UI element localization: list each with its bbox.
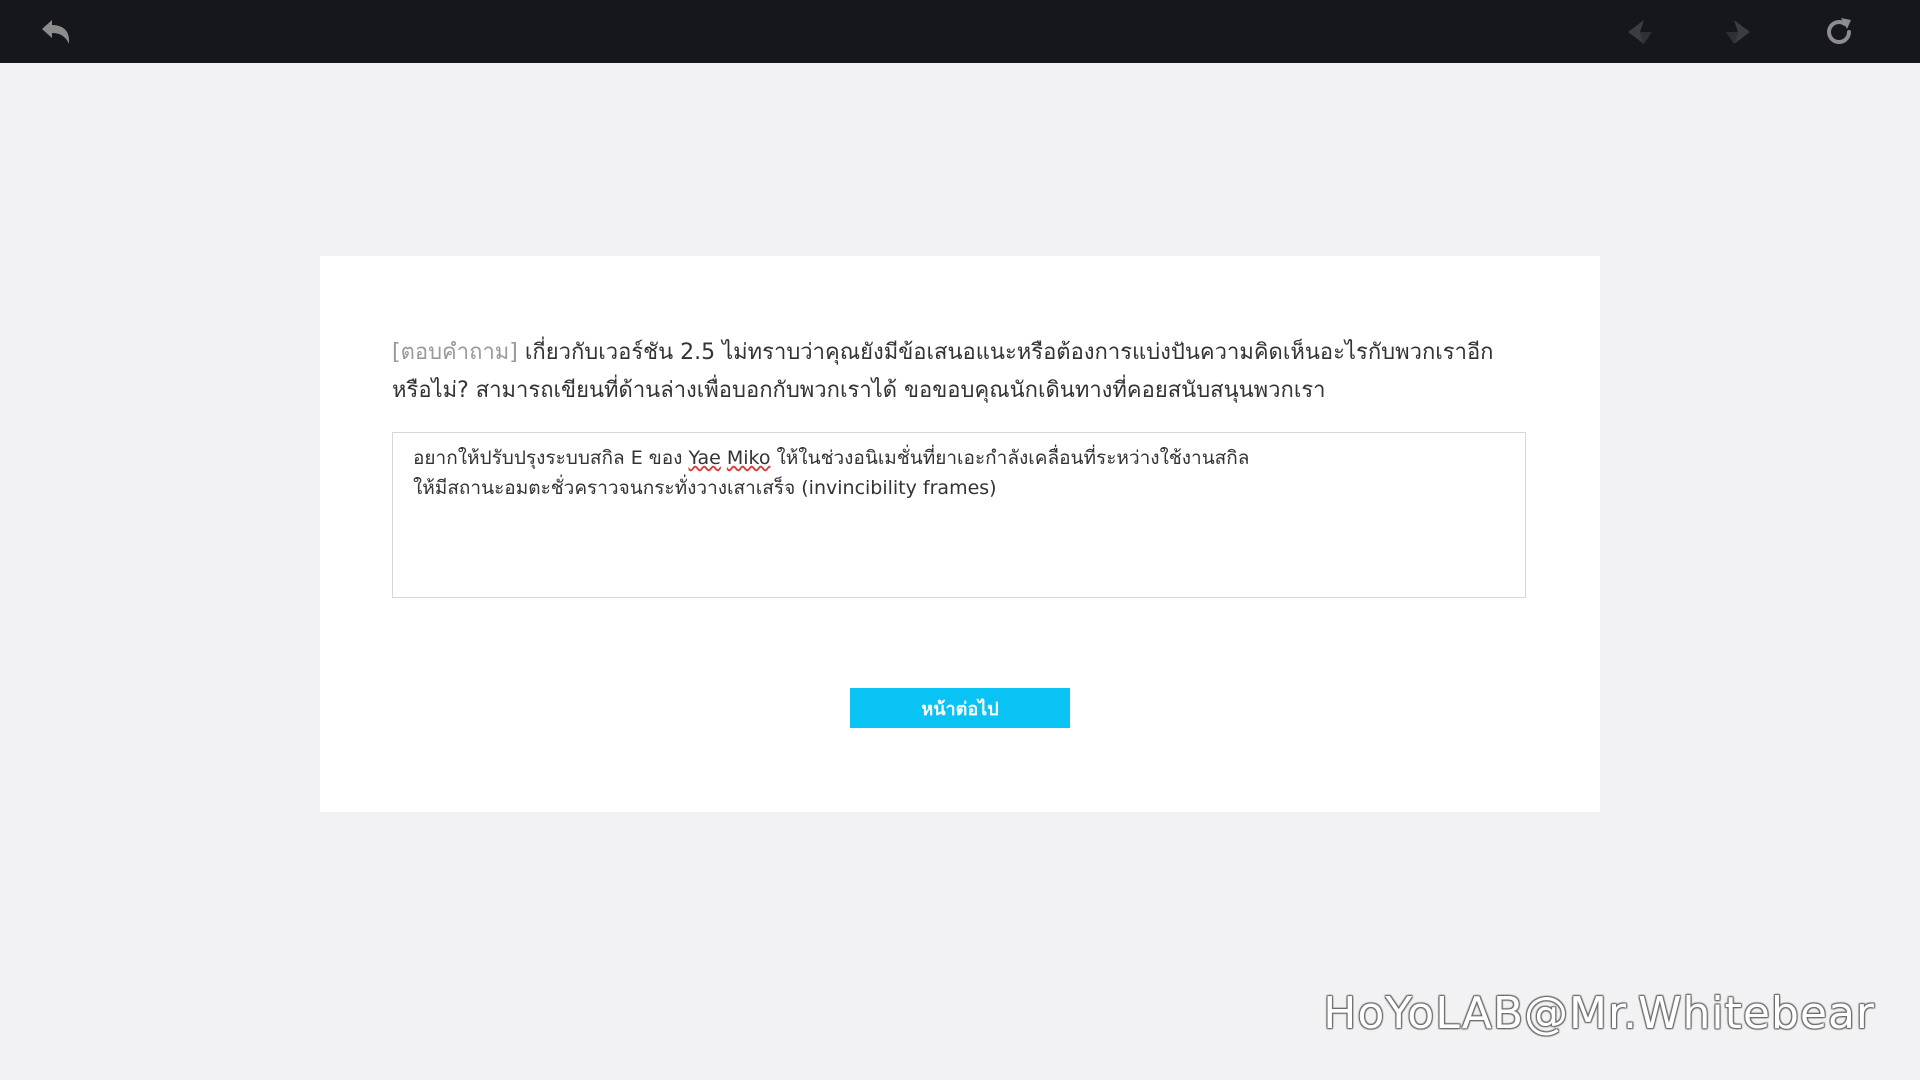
spellcheck-word: Yae [688, 447, 721, 469]
survey-question: [ตอบคำถาม] เกี่ยวกับเวอร์ชัน 2.5 ไม่ทราบ… [392, 334, 1532, 410]
next-page-nav-button[interactable] [1718, 12, 1758, 52]
spellcheck-word: Miko [726, 447, 771, 469]
prev-page-button[interactable] [1620, 12, 1660, 52]
next-arrow-icon [1726, 20, 1750, 44]
next-page-button[interactable]: หน้าต่อไป [850, 688, 1070, 728]
question-tag: [ตอบคำถาม] [392, 340, 518, 365]
answer-line-2: ให้มีสถานะอมตะชั่วคราวจนกระทั่งวางเสาเสร… [413, 477, 997, 499]
prev-arrow-icon [1628, 20, 1652, 44]
refresh-button[interactable] [1819, 12, 1859, 52]
back-button[interactable] [35, 12, 75, 52]
top-toolbar [0, 0, 1920, 63]
back-arrow-icon [42, 20, 69, 44]
survey-card: [ตอบคำถาม] เกี่ยวกับเวอร์ชัน 2.5 ไม่ทราบ… [320, 256, 1600, 812]
refresh-icon [1827, 18, 1851, 44]
answer-line-1: อยากให้ปรับปรุงระบบสกิล E ของ Yae Miko ใ… [413, 447, 1250, 469]
answer-textarea[interactable]: อยากให้ปรับปรุงระบบสกิล E ของ Yae Miko ใ… [392, 432, 1526, 598]
question-text: เกี่ยวกับเวอร์ชัน 2.5 ไม่ทราบว่าคุณยังมี… [392, 340, 1494, 403]
watermark: HoYoLAB@Mr.Whitebear [1323, 988, 1875, 1039]
